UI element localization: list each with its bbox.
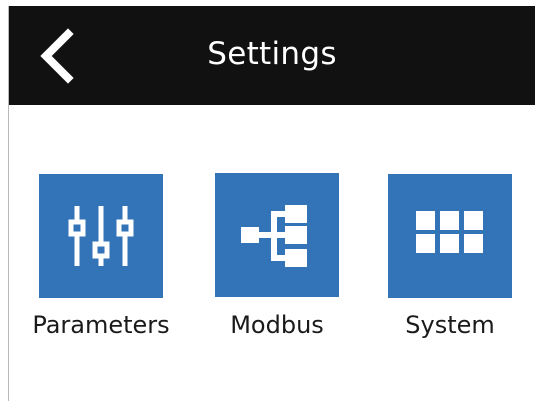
system-tile[interactable]: System	[388, 173, 512, 343]
settings-screen: Settings Parameters Modbus System	[0, 0, 535, 401]
sliders-icon	[68, 206, 134, 266]
parameters-icon-box[interactable]	[39, 174, 163, 298]
page-title: Settings	[207, 36, 337, 72]
modbus-label: Modbus	[230, 311, 324, 339]
settings-menu: Parameters Modbus System	[10, 105, 535, 401]
modbus-icon-box[interactable]	[215, 173, 339, 297]
system-label: System	[405, 311, 495, 339]
parameters-label: Parameters	[32, 311, 170, 339]
parameters-tile[interactable]: Parameters	[30, 173, 180, 343]
header-bar: Settings	[9, 6, 535, 105]
system-icon-box[interactable]	[388, 174, 512, 298]
network-tree-icon	[241, 205, 307, 267]
grid-icon	[416, 211, 483, 253]
left-border	[0, 6, 9, 401]
modbus-tile[interactable]: Modbus	[214, 173, 339, 343]
